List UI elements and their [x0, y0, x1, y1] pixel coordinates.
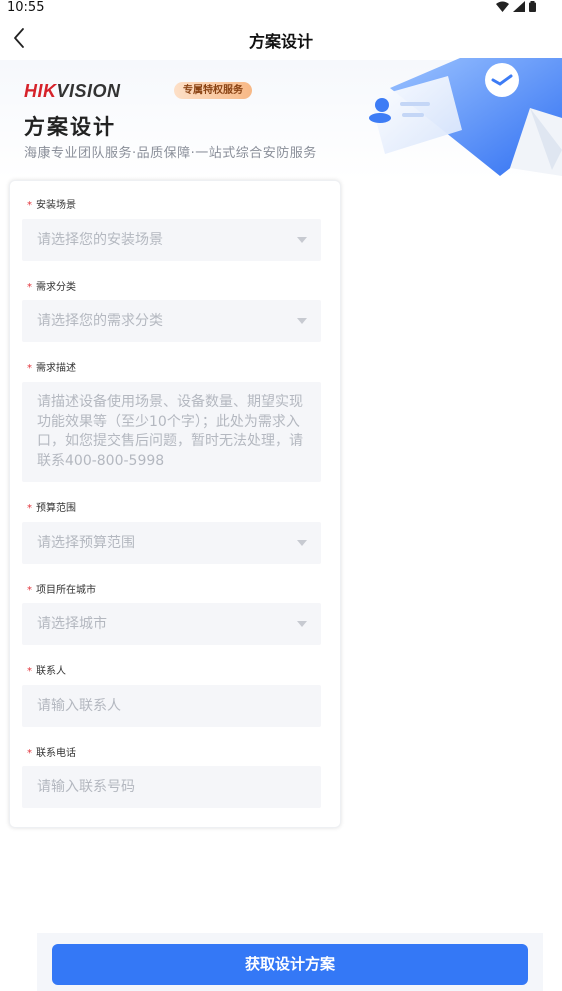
field-label-contact-person: * 联系人: [27, 666, 66, 677]
contact-phone-placeholder: 请输入联系号码: [37, 779, 135, 795]
required-mark: *: [27, 748, 32, 759]
demand-category-select[interactable]: 请选择您的需求分类: [22, 300, 321, 342]
required-mark: *: [27, 585, 32, 596]
required-mark: *: [27, 282, 32, 293]
install-scene-placeholder: 请选择您的安装场景: [37, 232, 163, 248]
budget-range-select[interactable]: 请选择预算范围: [22, 522, 321, 564]
caret-down-icon: [297, 237, 307, 243]
budget-range-placeholder: 请选择预算范围: [37, 535, 135, 551]
field-label-contact-phone: * 联系电话: [27, 748, 76, 759]
battery-icon: [529, 1, 536, 12]
contact-person-placeholder: 请输入联系人: [37, 698, 121, 714]
submit-button[interactable]: 获取设计方案: [52, 944, 528, 985]
banner-subtitle: 海康专业团队服务·品质保障·一站式综合安防服务: [24, 146, 317, 161]
install-scene-select[interactable]: 请选择您的安装场景: [22, 219, 321, 261]
status-time: 10:55: [7, 0, 45, 15]
contact-phone-input[interactable]: 请输入联系号码: [22, 766, 321, 808]
service-badge: 专属特权服务: [174, 82, 252, 99]
caret-down-icon: [297, 318, 307, 324]
caret-down-icon: [297, 540, 307, 546]
field-label-install-scene: * 安装场景: [27, 200, 76, 211]
brand-logo: HIKVISION: [24, 81, 121, 101]
contact-person-input[interactable]: 请输入联系人: [22, 685, 321, 727]
field-label-project-city: * 项目所在城市: [27, 585, 96, 596]
caret-down-icon: [297, 621, 307, 627]
nav-bar: 方案设计: [0, 16, 562, 60]
banner-illustration: [369, 58, 562, 176]
demand-description-textarea[interactable]: 请描述设备使用场景、设备数量、期望实现功能效果等（至少10个字）；此处为需求入口…: [22, 382, 321, 482]
required-mark: *: [27, 200, 32, 211]
demand-description-placeholder: 请描述设备使用场景、设备数量、期望实现功能效果等（至少10个字）；此处为需求入口…: [37, 394, 303, 469]
project-city-select[interactable]: 请选择城市: [22, 603, 321, 645]
field-label-demand-category: * 需求分类: [27, 282, 76, 293]
required-mark: *: [27, 666, 32, 677]
field-label-demand-description: * 需求描述: [27, 363, 76, 374]
field-label-budget-range: * 预算范围: [27, 503, 76, 514]
required-mark: *: [27, 363, 32, 374]
page-title: 方案设计: [248, 32, 313, 51]
project-city-placeholder: 请选择城市: [37, 616, 107, 632]
demand-category-placeholder: 请选择您的需求分类: [37, 313, 163, 329]
wifi-icon: [496, 1, 509, 12]
banner-title: 方案设计: [24, 115, 116, 139]
required-mark: *: [27, 503, 32, 514]
status-bar: 10:55: [0, 0, 562, 16]
status-icons: [496, 1, 536, 12]
signal-icon: [513, 1, 525, 12]
